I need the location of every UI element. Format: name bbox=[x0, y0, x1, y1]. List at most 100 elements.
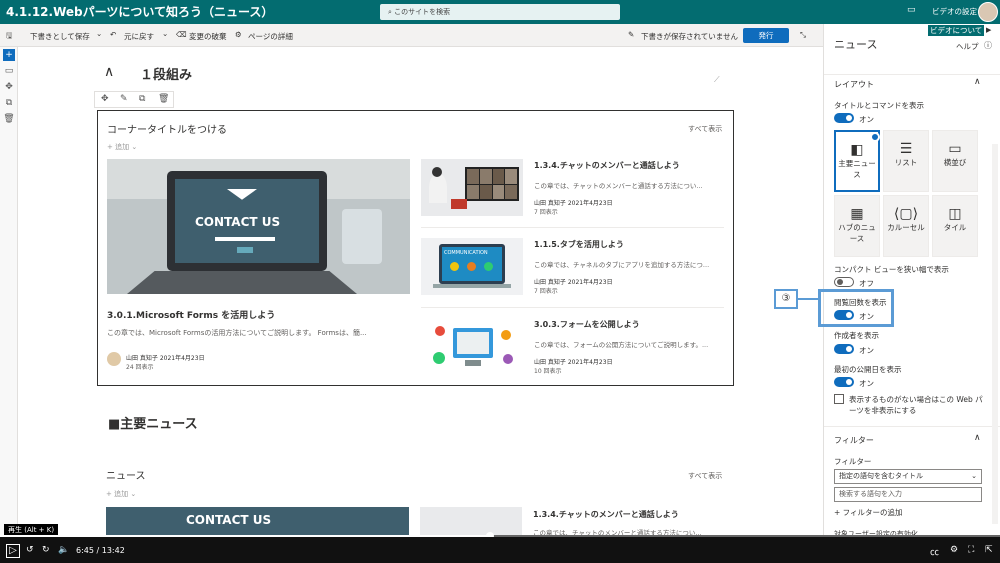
fullscreen-icon[interactable]: ⛶ bbox=[968, 545, 974, 555]
play-icon[interactable]: ▷ bbox=[6, 544, 20, 558]
hide-if-empty-checkbox[interactable] bbox=[834, 394, 844, 404]
video-settings-link[interactable]: ビデオの設定 bbox=[932, 6, 977, 17]
trash-icon[interactable]: 🗑 bbox=[158, 94, 169, 104]
layout-option-carousel[interactable]: ⟨▢⟩ カルーセル bbox=[883, 195, 929, 257]
layout-option-list[interactable]: ☰ リスト bbox=[883, 130, 929, 192]
captions-icon[interactable]: ㏄ bbox=[930, 545, 939, 558]
side-news-image-1[interactable] bbox=[421, 159, 523, 216]
left-toolbar: + ▭ ✥ ⧉ 🗑 bbox=[0, 47, 18, 537]
chevron-down-icon[interactable]: ⌄ bbox=[162, 29, 168, 38]
layout-list-icon: ☰ bbox=[899, 141, 913, 157]
layout-tiles-icon: ◫ bbox=[948, 206, 962, 222]
tile bbox=[479, 169, 492, 184]
chat-icon[interactable]: ▭ bbox=[907, 5, 916, 15]
comment-icon[interactable]: ▭ bbox=[3, 65, 15, 77]
layout-label: 主要ニュース bbox=[838, 159, 876, 179]
see-all-link-2[interactable]: すべて表示 bbox=[688, 471, 722, 481]
forward-icon[interactable]: ↻ bbox=[42, 545, 50, 555]
discard-changes-button[interactable]: 変更の破棄 bbox=[189, 31, 227, 42]
side-news-title-4[interactable]: 1.3.4.チャットのメンバーと通話しよう bbox=[533, 509, 679, 520]
side-news-title-2[interactable]: 1.1.5.タブを活用しよう bbox=[534, 239, 624, 250]
add-news-button-2[interactable]: + 追加 ⌄ bbox=[106, 489, 136, 499]
page-details-button[interactable]: ページの詳細 bbox=[248, 31, 293, 42]
play-icon[interactable]: ▶ bbox=[986, 26, 991, 34]
gear-icon: ⚙ bbox=[235, 30, 242, 39]
avatar[interactable] bbox=[978, 2, 998, 22]
time-display: 6:45 / 13:42 bbox=[76, 546, 125, 555]
resize-handle-icon[interactable]: ⟋ bbox=[714, 75, 720, 85]
main-news-author: 山田 真知子 2021年4月23日 bbox=[126, 353, 205, 362]
collapse-section-icon[interactable]: ∧ bbox=[104, 64, 114, 80]
add-news-button[interactable]: + 追加 ⌄ bbox=[107, 142, 137, 152]
chevron-up-icon[interactable]: ∧ bbox=[974, 77, 981, 87]
side-news-body-2: この章では、チャネルのタブにアプリを追加する方法につ... bbox=[534, 261, 710, 269]
layout-carousel-icon: ⟨▢⟩ bbox=[893, 206, 919, 222]
image-caption: CONTACT US bbox=[186, 513, 272, 527]
video-about-link[interactable]: ビデオについて bbox=[928, 25, 985, 36]
publish-button[interactable]: 発行 bbox=[743, 28, 789, 43]
filter-term-input[interactable]: 検索する語句を入力 bbox=[834, 487, 982, 502]
panel-title: ニュース bbox=[834, 38, 878, 51]
pencil-icon[interactable]: ✎ bbox=[120, 94, 128, 104]
compact-view-toggle[interactable] bbox=[834, 277, 854, 287]
move-icon[interactable]: ✥ bbox=[3, 81, 15, 93]
rewind-icon[interactable]: ↺ bbox=[26, 545, 34, 555]
layout-label: ハブのニュース bbox=[838, 223, 876, 243]
filter-header[interactable]: フィルター bbox=[834, 435, 874, 446]
add-icon[interactable]: + bbox=[3, 49, 15, 61]
save-draft-button[interactable]: 下書きとして保存 bbox=[30, 31, 90, 42]
glass-shape bbox=[342, 209, 382, 264]
trash-icon[interactable]: 🗑 bbox=[3, 113, 15, 125]
main-news-image-2[interactable]: CONTACT US bbox=[106, 507, 409, 537]
popout-icon[interactable]: ⇱ bbox=[985, 545, 993, 555]
tile bbox=[492, 184, 505, 199]
undo-button[interactable]: 元に戻す bbox=[124, 31, 154, 42]
layout-option-hub-news[interactable]: ▦ ハブのニュース bbox=[834, 195, 880, 257]
site-search-input[interactable]: ⌕ このサイトを検索 bbox=[380, 4, 620, 20]
move-icon[interactable]: ✥ bbox=[101, 94, 109, 104]
side-news-title-1[interactable]: 1.3.4.チャットのメンバーと通話しよう bbox=[534, 160, 680, 171]
layout-option-tiles[interactable]: ◫ タイル bbox=[932, 195, 978, 257]
author-name: 山田 真知子 bbox=[534, 279, 566, 286]
collapse-icon[interactable]: ⤡ bbox=[800, 30, 806, 40]
author-toggle[interactable] bbox=[834, 344, 854, 354]
side-news-views-1: 7 回表示 bbox=[534, 209, 558, 216]
person-shape bbox=[429, 173, 447, 203]
duplicate-icon[interactable]: ⧉ bbox=[139, 94, 145, 104]
volume-icon[interactable]: 🔈 bbox=[58, 545, 69, 555]
side-news-image-4[interactable] bbox=[420, 507, 522, 537]
divider bbox=[421, 227, 724, 228]
toggle-state: オフ bbox=[859, 279, 874, 288]
layout-option-side-by-side[interactable]: ▭ 横並び bbox=[932, 130, 978, 192]
bubble bbox=[435, 326, 445, 336]
undo-icon: ↶ bbox=[110, 30, 117, 39]
main-news-image[interactable]: CONTACT US bbox=[107, 159, 410, 294]
layout-label: タイル bbox=[943, 223, 967, 232]
webpart-title[interactable]: コーナータイトルをつける bbox=[107, 121, 227, 136]
filter-select-value: 指定の語句を含むタイトル bbox=[839, 472, 923, 480]
chevron-down-icon: ⌄ bbox=[971, 472, 977, 480]
chevron-up-icon[interactable]: ∧ bbox=[974, 433, 981, 443]
layout-header[interactable]: レイアウト bbox=[834, 79, 874, 90]
author-name: 山田 真知子 bbox=[534, 359, 566, 366]
tile bbox=[467, 169, 479, 184]
add-filter-button[interactable]: + フィルターの追加 bbox=[834, 507, 903, 518]
webpart-title-2[interactable]: ニュース bbox=[106, 467, 146, 482]
panel-scrollbar[interactable] bbox=[992, 144, 998, 524]
settings-icon[interactable]: ⚙ bbox=[950, 545, 958, 555]
copy-icon[interactable]: ⧉ bbox=[3, 97, 15, 109]
see-all-link[interactable]: すべて表示 bbox=[688, 124, 722, 134]
help-link[interactable]: ヘルプ bbox=[956, 41, 979, 52]
title-command-toggle[interactable] bbox=[834, 113, 854, 123]
side-news-image-3[interactable] bbox=[421, 318, 523, 375]
filter-select[interactable]: 指定の語句を含むタイトル ⌄ bbox=[834, 469, 982, 484]
layout-label: 横並び bbox=[943, 158, 967, 167]
news-webpart[interactable]: コーナータイトルをつける すべて表示 + 追加 ⌄ CONTACT US 3.0… bbox=[97, 110, 734, 386]
side-news-image-2[interactable]: COMMUNICATION bbox=[421, 238, 523, 295]
author-name: 山田 真知子 bbox=[534, 200, 566, 207]
main-news-title[interactable]: 3.0.1.Microsoft Forms を活用しよう bbox=[107, 308, 275, 321]
help-icon[interactable]: ⓘ bbox=[984, 40, 992, 51]
chevron-down-icon[interactable]: ⌄ bbox=[96, 29, 102, 38]
publish-date-toggle[interactable] bbox=[834, 377, 854, 387]
side-news-title-3[interactable]: 3.0.3.フォームを公開しよう bbox=[534, 319, 640, 330]
